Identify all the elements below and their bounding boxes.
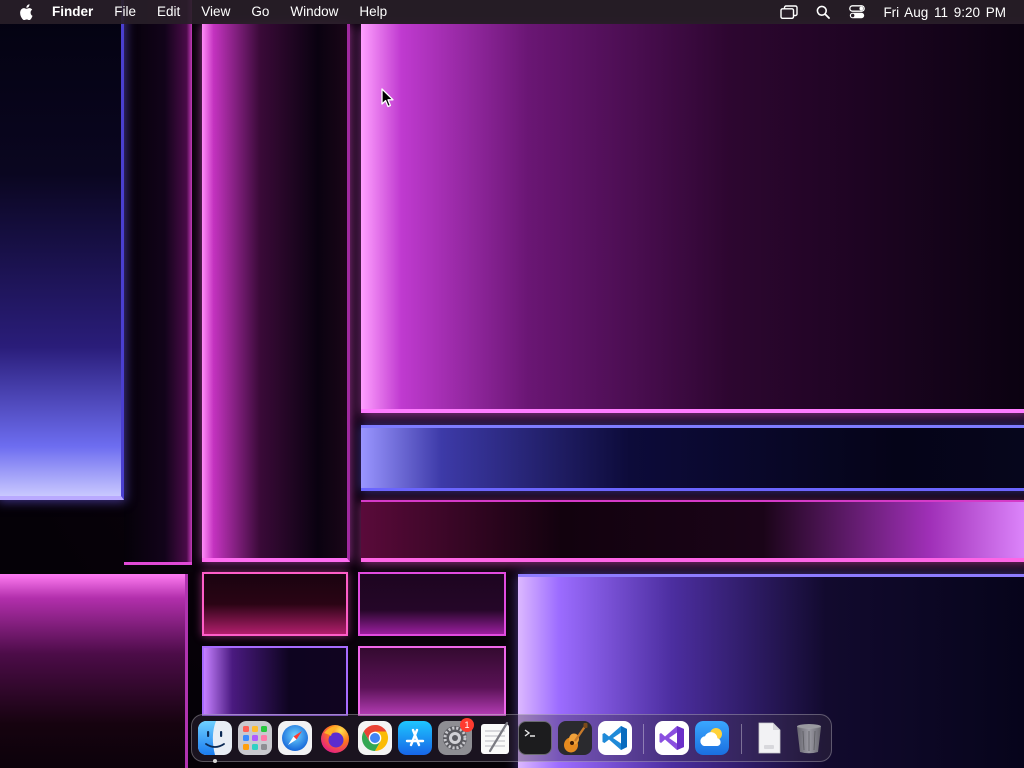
terminal-icon (518, 721, 552, 755)
wallpaper-panel (361, 500, 1024, 562)
dock-separator (741, 724, 742, 754)
control-center-icon[interactable] (847, 3, 867, 21)
dock-item-document[interactable] (752, 721, 786, 755)
menu-bar-status-area: Fri Aug 11 9:20 PM (765, 0, 1006, 24)
mouse-pointer-icon (381, 88, 395, 108)
wallpaper-panel (124, 0, 192, 565)
menu-go[interactable]: Go (251, 0, 269, 24)
dock-item-garageband[interactable] (558, 721, 592, 755)
wallpaper-panel (361, 24, 1024, 413)
wallpaper-panel (0, 0, 124, 500)
safari-icon (278, 721, 312, 755)
chrome-icon (358, 721, 392, 755)
launchpad-icon (238, 721, 272, 755)
menu-edit[interactable]: Edit (157, 0, 180, 24)
app-store-icon (398, 721, 432, 755)
dock-item-finder[interactable] (198, 721, 232, 763)
dock: 1 (191, 714, 832, 763)
desktop-wallpaper (0, 0, 1024, 768)
dock-item-trash[interactable] (792, 721, 826, 755)
dock-item-weather[interactable] (695, 721, 729, 755)
search-icon[interactable] (813, 3, 833, 21)
textedit-icon (478, 721, 512, 755)
desktop: Finder File Edit View Go Window Help Fri… (0, 0, 1024, 768)
dock-separator (643, 724, 644, 754)
notification-badge: 1 (460, 718, 474, 732)
wallpaper-panel (358, 646, 506, 716)
screen-mirroring-icon[interactable] (779, 3, 799, 21)
wallpaper-panel (361, 425, 1024, 491)
apple-menu-icon[interactable] (18, 4, 34, 20)
dock-item-vscode[interactable] (598, 721, 632, 755)
dock-item-app-store[interactable] (398, 721, 432, 755)
dock-item-system-settings[interactable]: 1 (438, 718, 474, 755)
menu-window[interactable]: Window (290, 0, 338, 24)
menu-view[interactable]: View (201, 0, 230, 24)
dock-item-firefox[interactable] (318, 721, 352, 755)
visual-studio-icon (655, 721, 689, 755)
garageband-icon (558, 721, 592, 755)
vscode-icon (598, 721, 632, 755)
menu-bar: Finder File Edit View Go Window Help Fri… (0, 0, 1024, 24)
menu-app-name[interactable]: Finder (52, 0, 93, 24)
wallpaper-panel (0, 574, 188, 768)
wallpaper-panel (202, 24, 350, 562)
dock-item-chrome[interactable] (358, 721, 392, 755)
dock-item-safari[interactable] (278, 721, 312, 755)
wallpaper-panel (202, 646, 348, 716)
document-icon (752, 721, 786, 755)
menu-file[interactable]: File (114, 0, 136, 24)
menu-help[interactable]: Help (359, 0, 387, 24)
running-indicator (213, 759, 217, 763)
dock-item-launchpad[interactable] (238, 721, 272, 755)
wallpaper-panel (202, 572, 348, 636)
dock-item-visual-studio[interactable] (655, 721, 689, 755)
finder-icon (198, 721, 232, 755)
firefox-icon (318, 721, 352, 755)
trash-icon (792, 721, 826, 755)
dock-item-textedit[interactable] (478, 721, 512, 755)
weather-icon (695, 721, 729, 755)
menu-bar-clock[interactable]: Fri Aug 11 9:20 PM (883, 5, 1006, 20)
dock-item-terminal[interactable] (518, 721, 552, 755)
wallpaper-panel (358, 572, 506, 636)
